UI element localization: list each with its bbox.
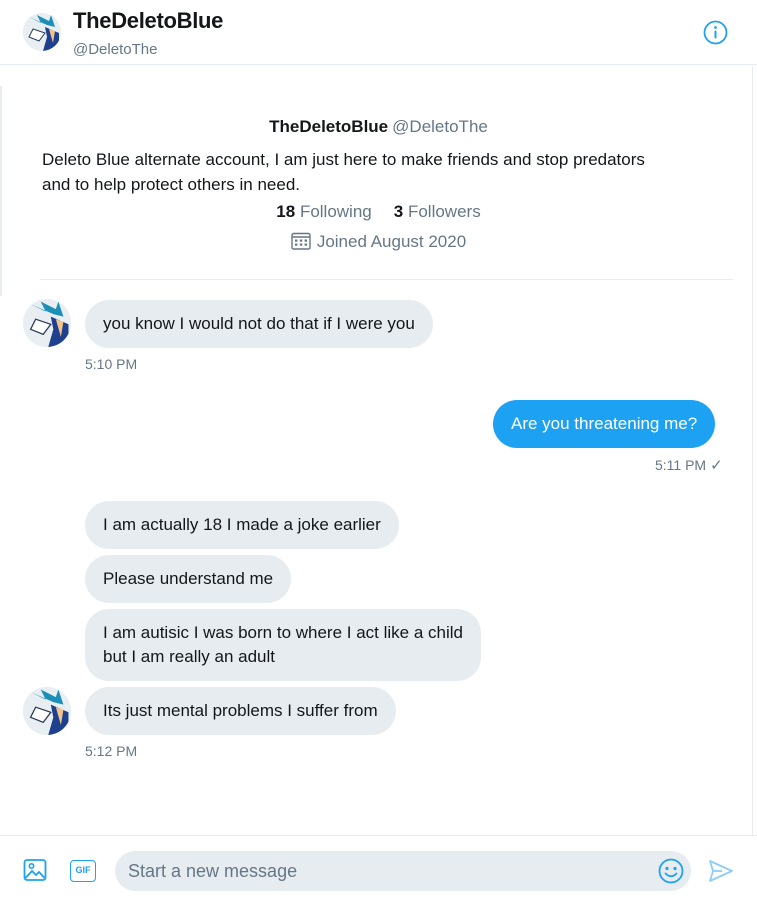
message-timestamp: 5:11 PM ✓ — [655, 457, 723, 474]
message-bubble-incoming[interactable]: Its just mental problems I suffer from — [85, 687, 396, 735]
message-composer: GIF — [0, 835, 757, 900]
avatar[interactable] — [23, 13, 61, 51]
message-bubble-incoming[interactable]: you know I would not do that if I were y… — [85, 300, 433, 348]
message-timestamp: 5:12 PM — [85, 743, 138, 759]
profile-bio: Deleto Blue alternate account, I am just… — [42, 147, 722, 197]
scrollbar-track[interactable] — [752, 66, 753, 836]
profile-display-name[interactable]: TheDeletoBlue — [269, 117, 388, 136]
conversation-header: TheDeletoBlue @DeletoThe — [0, 0, 757, 65]
profile-name-row: TheDeletoBlue @DeletoThe — [0, 117, 757, 137]
calendar-icon — [291, 232, 311, 250]
following-link[interactable]: 18 Following — [276, 202, 371, 221]
followers-link[interactable]: 3 Followers — [394, 202, 481, 221]
message-timestamp: 5:10 PM — [85, 356, 138, 372]
message-bubble-outgoing[interactable]: Are you threatening me? — [493, 400, 716, 448]
image-icon[interactable] — [23, 858, 47, 887]
send-icon[interactable] — [708, 859, 734, 888]
header-display-name: TheDeletoBlue — [73, 8, 224, 33]
joined-date: Joined August 2020 — [0, 232, 757, 252]
message-bubble-incoming[interactable]: I am actually 18 I made a joke earlier — [85, 501, 399, 549]
message-bubble-incoming[interactable]: I am autisic I was born to where I act l… — [85, 609, 481, 681]
header-handle: @DeletoThe — [73, 41, 158, 58]
message-input[interactable] — [115, 851, 691, 891]
sent-check-icon: ✓ — [710, 457, 723, 474]
profile-stats: 18 Following 3 Followers — [0, 202, 757, 222]
profile-handle: @DeletoThe — [392, 117, 488, 136]
sender-avatar[interactable] — [23, 299, 71, 347]
divider — [40, 279, 733, 280]
sender-avatar[interactable] — [23, 687, 71, 735]
message-bubble-incoming[interactable]: Please understand me — [85, 555, 292, 603]
joined-text: Joined August 2020 — [316, 232, 467, 251]
info-icon[interactable] — [703, 20, 728, 45]
emoji-icon[interactable] — [658, 858, 684, 889]
gif-button[interactable]: GIF — [70, 860, 96, 882]
profile-bio-line: Deleto Blue alternate account, I am just… — [42, 150, 645, 169]
profile-bio-line: and to help protect others in need. — [42, 175, 301, 194]
